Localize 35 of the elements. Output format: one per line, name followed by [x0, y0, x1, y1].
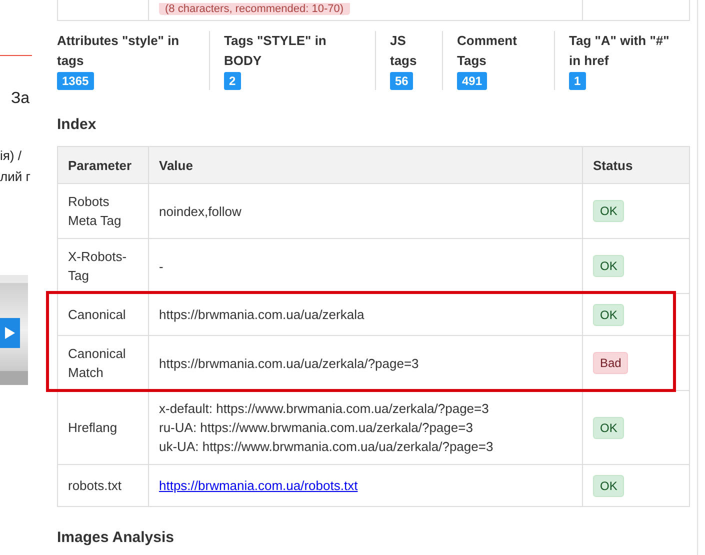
status-badge: OK	[593, 416, 624, 438]
status-badge: OK	[593, 200, 624, 222]
table-cell: Robots Meta Tag	[58, 184, 148, 238]
stat-label: JS tags	[390, 32, 418, 70]
page-text: За	[11, 90, 30, 108]
page-text: лий г	[0, 169, 30, 184]
table-cell: robots.txt	[58, 464, 148, 506]
stat-label: Comment Tags	[457, 32, 518, 70]
column-header: Value	[148, 146, 582, 184]
count-badge: 1	[569, 72, 586, 90]
table-cell: x-default: https://www.brwmania.com.ua/zerkala/?page=3 ru-UA: https://www.brwmania.com.ua/zerkala/?page=3 uk-UA: https://www.brwmania.com.ua/ua/zerkala/?page=3	[148, 390, 582, 464]
status-badge: OK	[593, 474, 624, 496]
count-badge: 56	[390, 72, 414, 90]
table-cell: X-Robots-Tag	[58, 238, 148, 294]
status-badge: OK	[593, 304, 624, 326]
table-cell: Hreflang	[58, 390, 148, 464]
status-badge: Bad	[593, 352, 628, 374]
count-badge: 1365	[57, 72, 94, 90]
stat-label: Tags "STYLE" in BODY	[224, 32, 328, 70]
warning-badge: (8 characters, recommended: 10-70)	[159, 3, 350, 15]
table-cell: https://brwmania.com.ua/ua/zerkala	[148, 294, 582, 336]
page-text: ія) /	[0, 148, 22, 163]
section-title: Index	[57, 116, 98, 133]
status-badge: OK	[593, 255, 624, 277]
column-header: Status	[582, 146, 690, 184]
play-icon	[5, 327, 15, 339]
stat-label: Attributes "style" in tags	[57, 32, 180, 70]
column-header: Parameter	[58, 146, 148, 184]
table-cell: noindex,follow	[148, 184, 582, 238]
play-button[interactable]	[0, 318, 20, 348]
count-badge: 491	[457, 72, 488, 90]
stat-label: Tag "A" with "#" in href	[569, 32, 670, 70]
link[interactable]: https://brwmania.com.ua/robots.txt	[159, 478, 358, 493]
section-title: Images Analysis	[57, 529, 176, 546]
count-badge: 2	[224, 72, 241, 90]
